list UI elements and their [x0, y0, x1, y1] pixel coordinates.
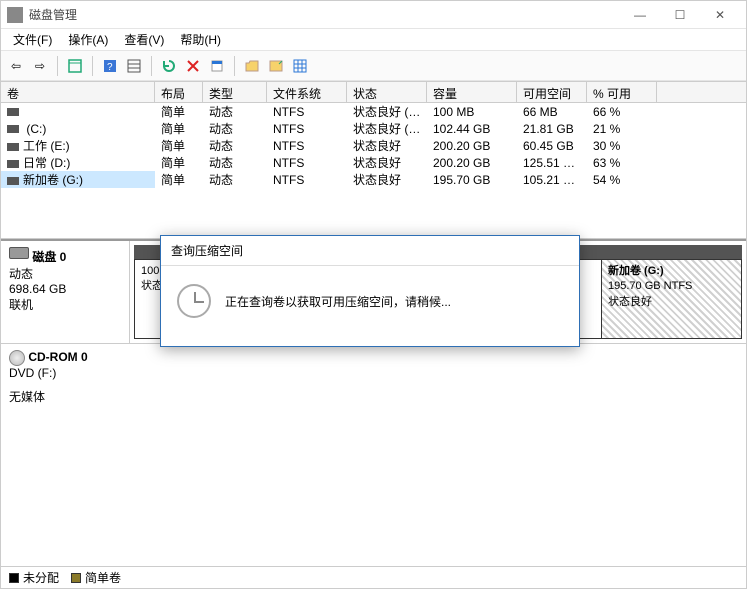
settings-icon[interactable] — [289, 55, 311, 77]
delete-icon[interactable] — [182, 55, 204, 77]
titlebar[interactable]: 磁盘管理 — ☐ ✕ — [1, 1, 746, 29]
forward-button[interactable]: ⇨ — [29, 55, 51, 77]
cdrom-panel: CD-ROM 0 DVD (F:) 无媒体 — [1, 343, 746, 566]
disk-size: 698.64 GB — [9, 282, 121, 296]
cdrom-icon — [9, 350, 25, 366]
legend-simple: 简单卷 — [85, 569, 121, 586]
menu-help[interactable]: 帮助(H) — [172, 29, 229, 50]
menu-action[interactable]: 操作(A) — [60, 29, 116, 50]
col-cap[interactable]: 容量 — [427, 82, 517, 102]
disk-type: 动态 — [9, 265, 121, 282]
separator — [151, 56, 152, 76]
close-button[interactable]: ✕ — [700, 1, 740, 29]
cdrom-label: CD-ROM 0 — [28, 350, 87, 364]
help-icon[interactable]: ? — [99, 55, 121, 77]
maximize-button[interactable]: ☐ — [660, 1, 700, 29]
table-row[interactable]: 简单动态NTFS状态良好 (…100 MB66 MB66 % — [1, 103, 746, 120]
cdrom-drive: DVD (F:) — [9, 366, 123, 380]
col-volume[interactable]: 卷 — [1, 82, 155, 102]
properties-icon[interactable] — [206, 55, 228, 77]
col-type[interactable]: 类型 — [203, 82, 267, 102]
disk-label: 磁盘 0 — [32, 250, 66, 264]
col-fs[interactable]: 文件系统 — [267, 82, 347, 102]
svg-text:?: ? — [107, 62, 113, 73]
app-icon — [7, 7, 23, 23]
legend-unallocated: 未分配 — [23, 569, 59, 586]
shrink-query-dialog[interactable]: 查询压缩空间 正在查询卷以获取可用压缩空间，请稍候... — [160, 235, 580, 347]
separator — [234, 56, 235, 76]
separator — [57, 56, 58, 76]
col-free[interactable]: 可用空间 — [517, 82, 587, 102]
table-row[interactable]: 日常 (D:)简单动态NTFS状态良好200.20 GB125.51 …63 % — [1, 154, 746, 171]
table-row[interactable]: 工作 (E:)简单动态NTFS状态良好200.20 GB60.45 GB30 % — [1, 137, 746, 154]
back-button[interactable]: ⇦ — [5, 55, 27, 77]
list-icon[interactable] — [123, 55, 145, 77]
window-title: 磁盘管理 — [29, 6, 620, 23]
disk-state: 联机 — [9, 296, 121, 313]
menu-view[interactable]: 查看(V) — [116, 29, 172, 50]
table-row[interactable]: 新加卷 (G:)简单动态NTFS状态良好195.70 GB105.21 …54 … — [1, 171, 746, 188]
legend: 未分配 简单卷 — [1, 566, 746, 588]
col-pct[interactable]: % 可用 — [587, 82, 657, 102]
volume-list: 卷 布局 类型 文件系统 状态 容量 可用空间 % 可用 简单动态NTFS状态良… — [1, 81, 746, 239]
col-status[interactable]: 状态 — [347, 82, 427, 102]
menu-file[interactable]: 文件(F) — [5, 29, 60, 50]
menubar: 文件(F) 操作(A) 查看(V) 帮助(H) — [1, 29, 746, 51]
col-layout[interactable]: 布局 — [155, 82, 203, 102]
legend-swatch-unallocated — [9, 573, 19, 583]
save-icon[interactable] — [265, 55, 287, 77]
clock-icon — [177, 284, 211, 318]
table-row[interactable]: (C:)简单动态NTFS状态良好 (…102.44 GB21.81 GB21 % — [1, 120, 746, 137]
volume-rows: 简单动态NTFS状态良好 (…100 MB66 MB66 % (C:)简单动态N… — [1, 103, 746, 238]
dialog-message: 正在查询卷以获取可用压缩空间，请稍候... — [225, 293, 451, 310]
cdrom-info[interactable]: CD-ROM 0 DVD (F:) 无媒体 — [1, 344, 131, 566]
cdrom-state: 无媒体 — [9, 388, 123, 405]
open-icon[interactable] — [241, 55, 263, 77]
show-hide-button[interactable] — [64, 55, 86, 77]
disk-icon — [9, 247, 29, 259]
minimize-button[interactable]: — — [620, 1, 660, 29]
column-headers[interactable]: 卷 布局 类型 文件系统 状态 容量 可用空间 % 可用 — [1, 81, 746, 103]
partition[interactable]: 新加卷 (G:)195.70 GB NTFS状态良好 — [601, 260, 741, 338]
separator — [92, 56, 93, 76]
disk-info[interactable]: 磁盘 0 动态 698.64 GB 联机 — [1, 241, 130, 343]
legend-swatch-simple — [71, 573, 81, 583]
refresh-icon[interactable] — [158, 55, 180, 77]
toolbar: ⇦ ⇨ ? — [1, 51, 746, 81]
dialog-title: 查询压缩空间 — [161, 236, 579, 266]
